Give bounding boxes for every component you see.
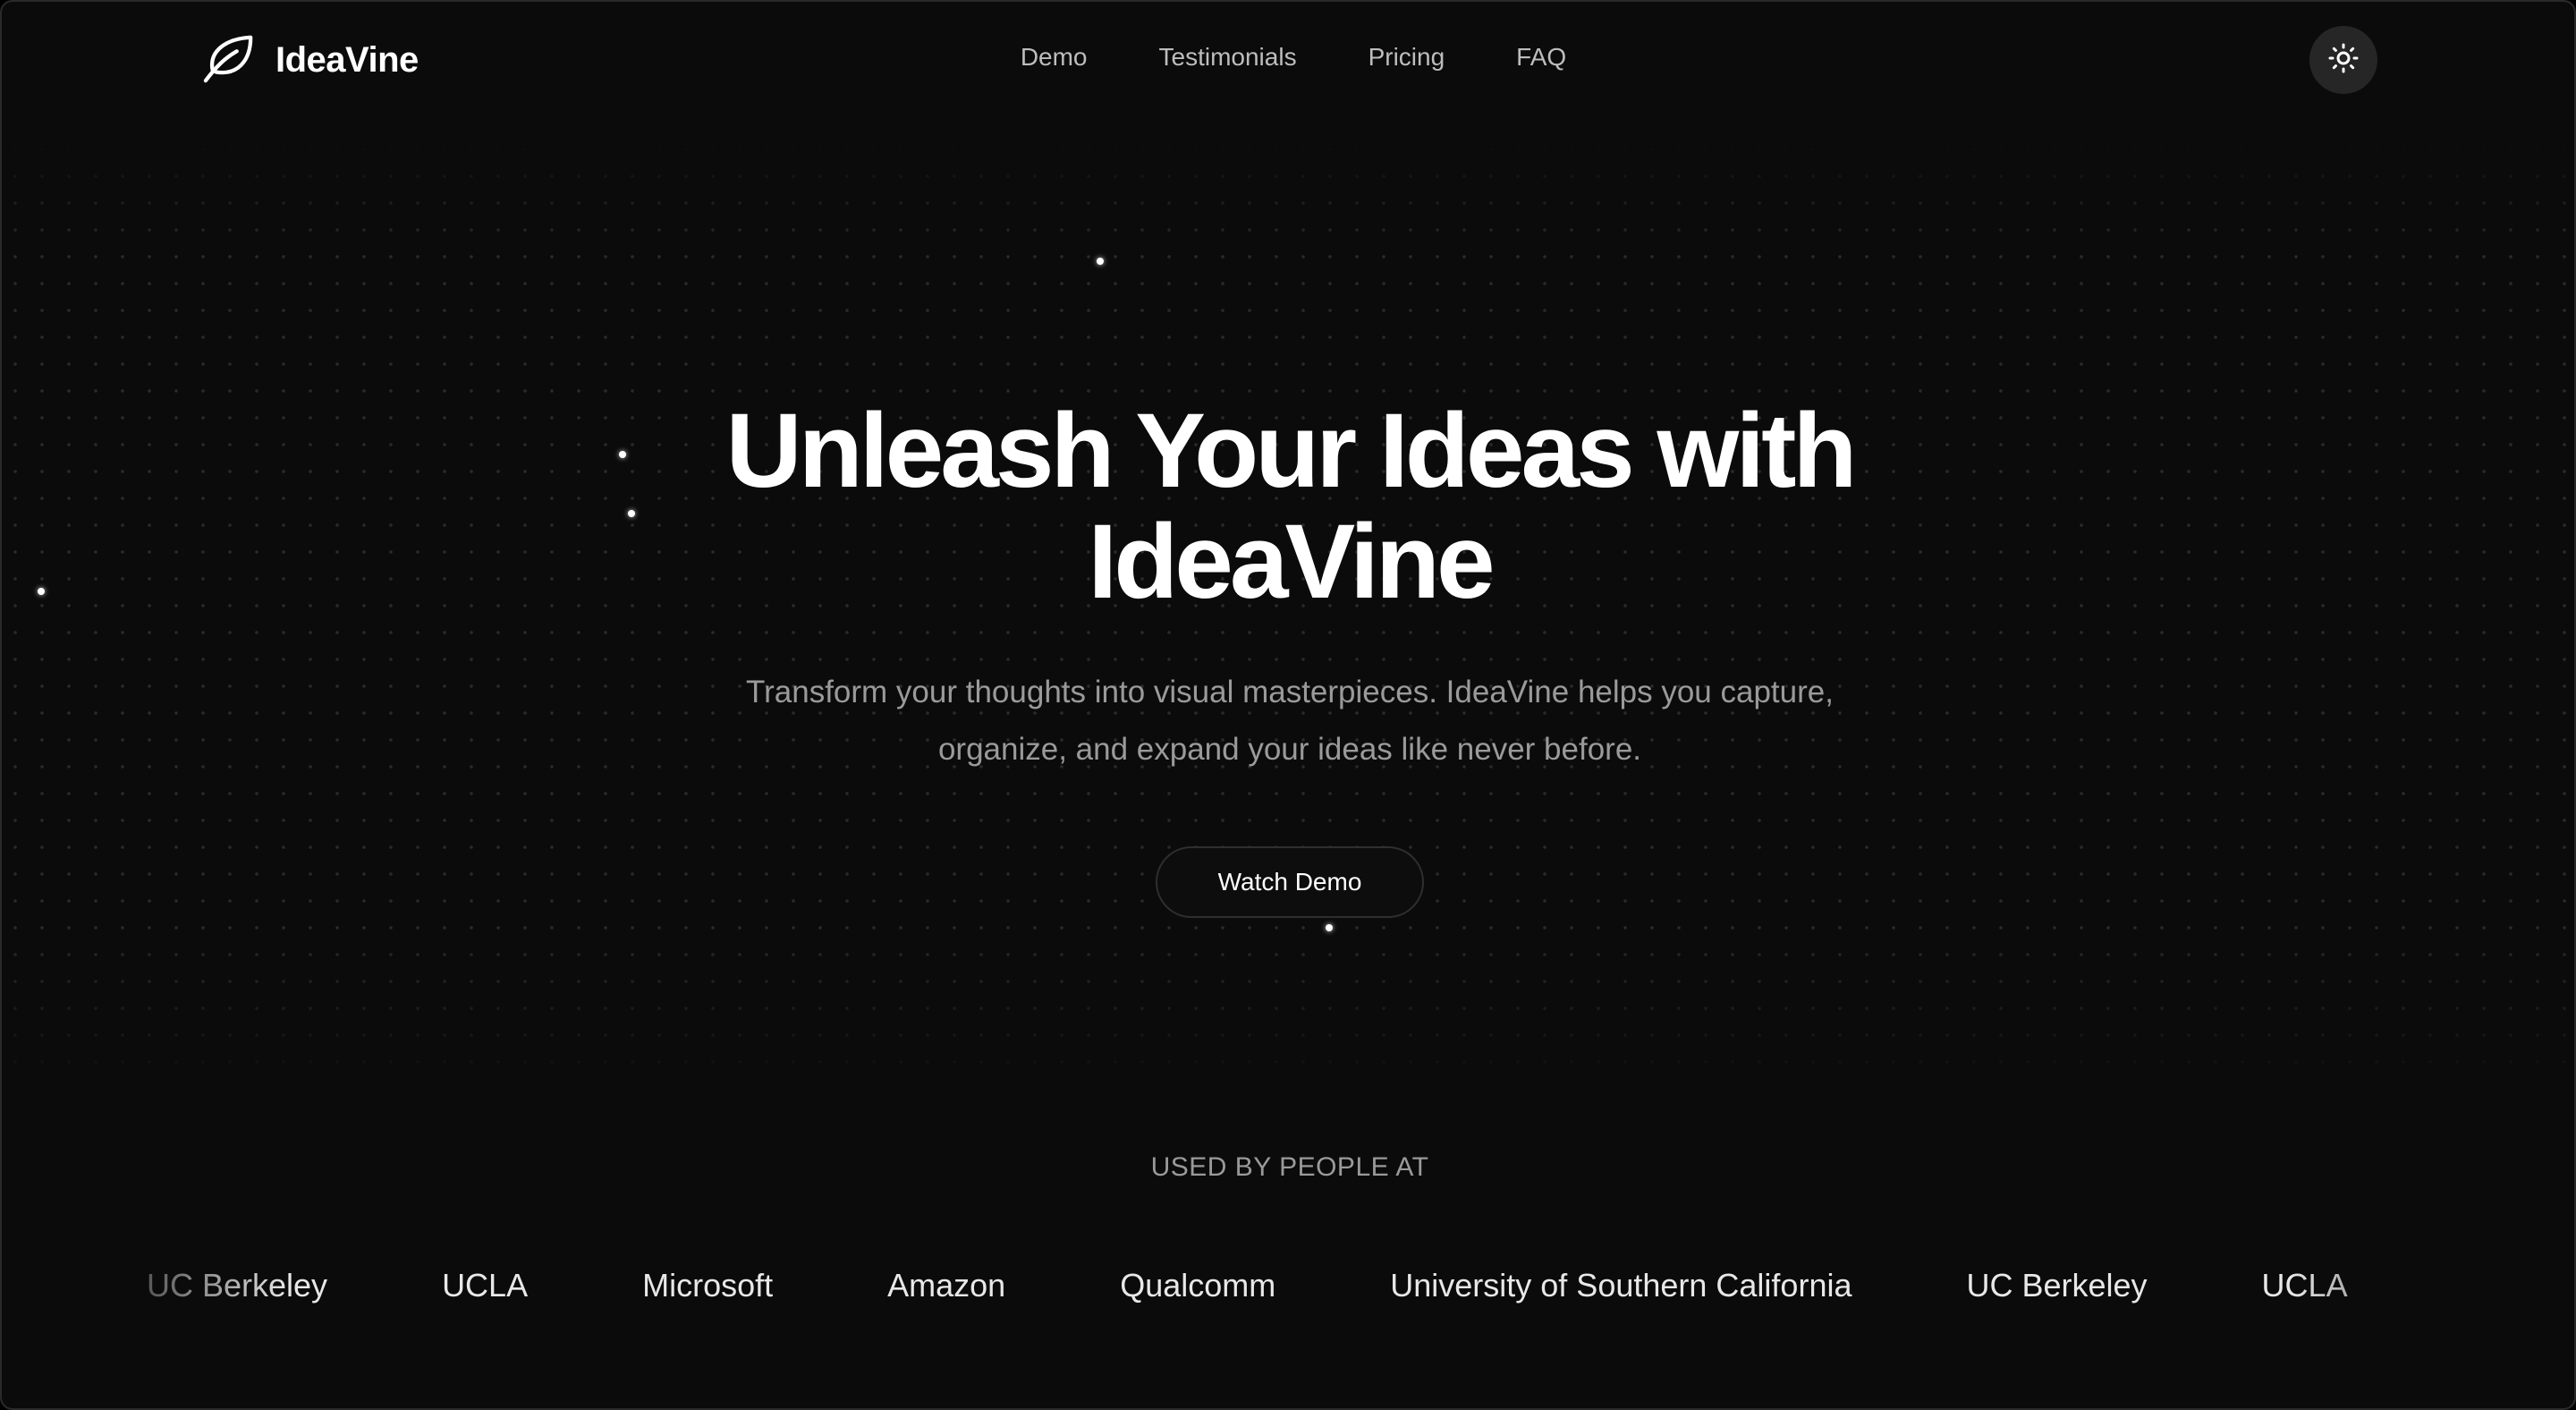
- logo-marquee: UC Berkeley UCLA Microsoft Amazon Qualco…: [2, 1259, 2574, 1312]
- main-nav: Demo Testimonials Pricing FAQ: [2, 43, 2574, 72]
- hero-subtitle-line2: organize, and expand your ideas like nev…: [937, 732, 1642, 767]
- site-header: IdeaVine Demo Testimonials Pricing FAQ: [2, 2, 2574, 118]
- logo-item: Microsoft: [642, 1267, 774, 1304]
- theme-toggle-button[interactable]: [2309, 26, 2377, 94]
- page-frame: IdeaVine Demo Testimonials Pricing FAQ U…: [0, 0, 2576, 1410]
- star-sparkle: [1097, 258, 1104, 265]
- logo-item: Amazon: [887, 1267, 1006, 1304]
- logo-item: UC Berkeley: [147, 1267, 328, 1304]
- logo-item: University of Southern California: [1390, 1267, 1852, 1304]
- nav-item-pricing[interactable]: Pricing: [1368, 43, 1445, 72]
- logo-item: UC Berkeley: [1966, 1267, 2148, 1304]
- logo-track: UC Berkeley UCLA Microsoft Amazon Qualco…: [147, 1259, 2348, 1312]
- hero-subtitle-line1: Transform your thoughts into visual mast…: [746, 675, 1834, 709]
- hero-title-line1: Unleash Your Ideas with: [725, 392, 1858, 510]
- sun-icon: [2327, 42, 2360, 79]
- watch-demo-button[interactable]: Watch Demo: [1156, 846, 1424, 918]
- nav-item-faq[interactable]: FAQ: [1516, 43, 1566, 72]
- hero-title-line2: IdeaVine: [1088, 503, 1495, 621]
- logo-item: Qualcomm: [1120, 1267, 1276, 1304]
- used-by-heading: USED BY PEOPLE AT: [1150, 1152, 1429, 1182]
- logo-item: UCLA: [2261, 1267, 2348, 1304]
- hero-subtitle: Transform your thoughts into visual mast…: [708, 664, 1871, 778]
- logo-item: UCLA: [442, 1267, 529, 1304]
- nav-item-demo[interactable]: Demo: [1021, 43, 1088, 72]
- star-sparkle: [1326, 924, 1333, 931]
- nav-item-testimonials[interactable]: Testimonials: [1159, 43, 1297, 72]
- hero-title: Unleash Your Ideas with IdeaVine: [2, 392, 2574, 617]
